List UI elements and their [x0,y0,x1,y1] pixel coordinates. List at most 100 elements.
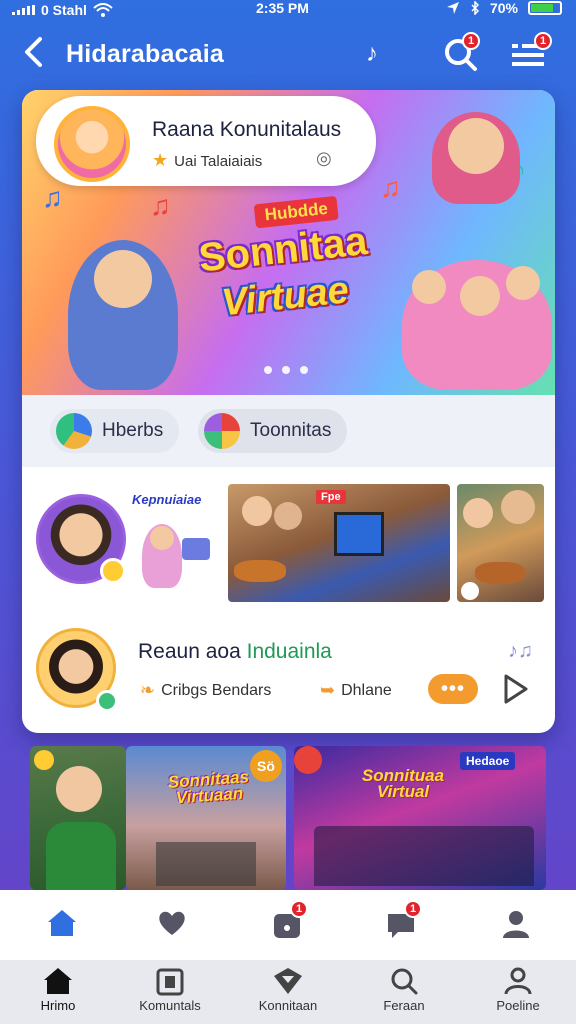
person-face [56,766,102,812]
search-button[interactable]: 1 [440,32,480,74]
page-title: Hidarabacaia [66,40,225,68]
hero-avatar[interactable] [54,106,130,182]
community-icon [204,413,240,449]
nav-label: Hrimo [40,998,76,1013]
media-bubble-text: Kepnuiaiae [132,492,202,507]
music-note-icon: ♫ [42,182,63,213]
battery-percent: 70% [489,0,518,16]
chip-label: Hberbs [102,420,164,441]
tab-home[interactable] [45,906,79,940]
avatar-status-badge [96,690,118,712]
user-icon [503,911,529,938]
tab-bar-secondary: Hrimo Komuntals Konnitaan Feraan Poeline [0,960,576,1024]
hero-subtitle: ★ Uai Talaiaiais [152,150,262,171]
sticker-line3: Virtuae [219,269,351,325]
nav-profile[interactable]: Poeline [468,966,568,1013]
hero-kid-figure [432,112,520,204]
more-button[interactable]: ••• [428,674,478,704]
chips-row: Hberbs Toonnitas [22,395,555,467]
heart-chat-icon [159,911,185,935]
music-note-icon: ♫ [150,190,171,221]
globe-icon [56,413,92,449]
back-button[interactable] [22,36,44,74]
search-badge: 1 [462,32,480,50]
strip-tile2-title: Sonnituaa Virtual [361,766,445,801]
hero-profile-bubble[interactable]: Raana Konunitalaus ★ Uai Talaiaiais ◎ [36,96,376,186]
tab-feed[interactable]: 1 [270,900,308,942]
nav-label: Feraan [383,998,425,1013]
media-tile-guitar[interactable] [457,484,544,602]
band-silhouettes [314,826,534,886]
post-meta1-text: Cribgs Bendars [161,681,272,699]
bluetooth-icon [471,1,480,15]
post-name-part2: Induainla [246,640,332,663]
play-button[interactable] [500,672,530,706]
home-icon [44,968,72,994]
media-kid-figure [142,524,182,588]
nav-search[interactable]: Feraan [354,966,454,1013]
post-meta-1: ❧ Cribgs Bendars [140,680,271,701]
strip-tile2-corner: Hedaoe [460,752,516,770]
nav-communities[interactable]: Komuntals [120,966,220,1013]
user-icon [504,967,532,995]
messages-badge: 1 [404,900,422,918]
strip-tile-kid[interactable] [30,746,126,890]
carrier-label: 0 Stahl [41,2,87,18]
tab-favorites[interactable] [155,906,189,940]
carousel-dots[interactable] [264,366,308,374]
nav-home[interactable]: Hrimo [8,966,108,1013]
person-face [463,498,493,528]
nav-connections[interactable]: Konnitaan [238,966,338,1013]
strip-tile-concert[interactable]: Sonnituaa Virtual Hedaoe [294,746,546,890]
chevron-left-icon [25,37,42,67]
person-face [274,502,302,530]
music-note-icon: ♪ [366,40,378,67]
nav-label: Komuntals [139,998,201,1013]
menu-badge: 1 [534,32,552,50]
post-meta-2: ➥ Dhlane [320,680,392,701]
tab-profile[interactable] [499,906,533,940]
tab-messages[interactable]: 1 [384,900,422,942]
people-silhouettes [156,842,256,886]
community-icon [156,968,184,996]
person-face [242,496,272,526]
guitar-shape [475,562,525,584]
feed-badge: 1 [290,900,308,918]
leaf-icon: ❧ [140,680,156,700]
status-right: 70% [446,0,562,16]
tv-screen [334,512,384,556]
hero-subtitle-text: Uai Talaiaiais [174,153,263,170]
media-tile-band[interactable]: Fpe [228,484,450,602]
tile-badge [461,582,479,600]
hero-kids-group [402,260,552,390]
status-bar: 0 Stahl 2:35 PM 70% [0,0,576,22]
nav-label: Poeline [496,998,540,1013]
post-name-part1: Reaun aoa [138,640,241,663]
chip-hberbs[interactable]: Hberbs [50,409,180,453]
shirt-shape [46,822,116,890]
signal-icon [12,5,35,15]
chip-label: Toonnitas [250,420,332,441]
chat-bubble-icon[interactable]: ◎ [316,148,332,169]
feature-card: Raana Konunitalaus ★ Uai Talaiaiais ◎ ♫ ♫… [22,90,555,733]
location-icon [446,2,459,14]
battery-icon [528,1,562,15]
music-notes-icon: ♪♫ [508,640,533,662]
hero-banner[interactable]: Raana Konunitalaus ★ Uai Talaiaiais ◎ ♫ ♫… [22,90,555,395]
wifi-icon [93,3,113,17]
strip-tile1-title: Sonnitaas Virtuaan [167,767,250,808]
hero-kid-figure [68,240,178,390]
tablet-icon [182,538,210,560]
tab-bar-primary: 1 1 [0,890,576,960]
search-icon [391,968,418,995]
shield-icon [274,968,302,994]
post-meta2-text: Dhlane [341,681,392,699]
strip-tile-stage[interactable]: Sonnitaas Virtuaan Sö [126,746,286,890]
star-icon: ★ [152,150,169,170]
menu-button[interactable]: 1 [508,32,552,74]
status-time: 2:35 PM [256,0,309,16]
post-name[interactable]: Reaun aoa Induainla [138,640,332,664]
chip-toonnitas[interactable]: Toonnitas [198,409,348,453]
home-icon [48,910,76,936]
media-row: Kepnuiaiae Fpe [22,480,555,605]
